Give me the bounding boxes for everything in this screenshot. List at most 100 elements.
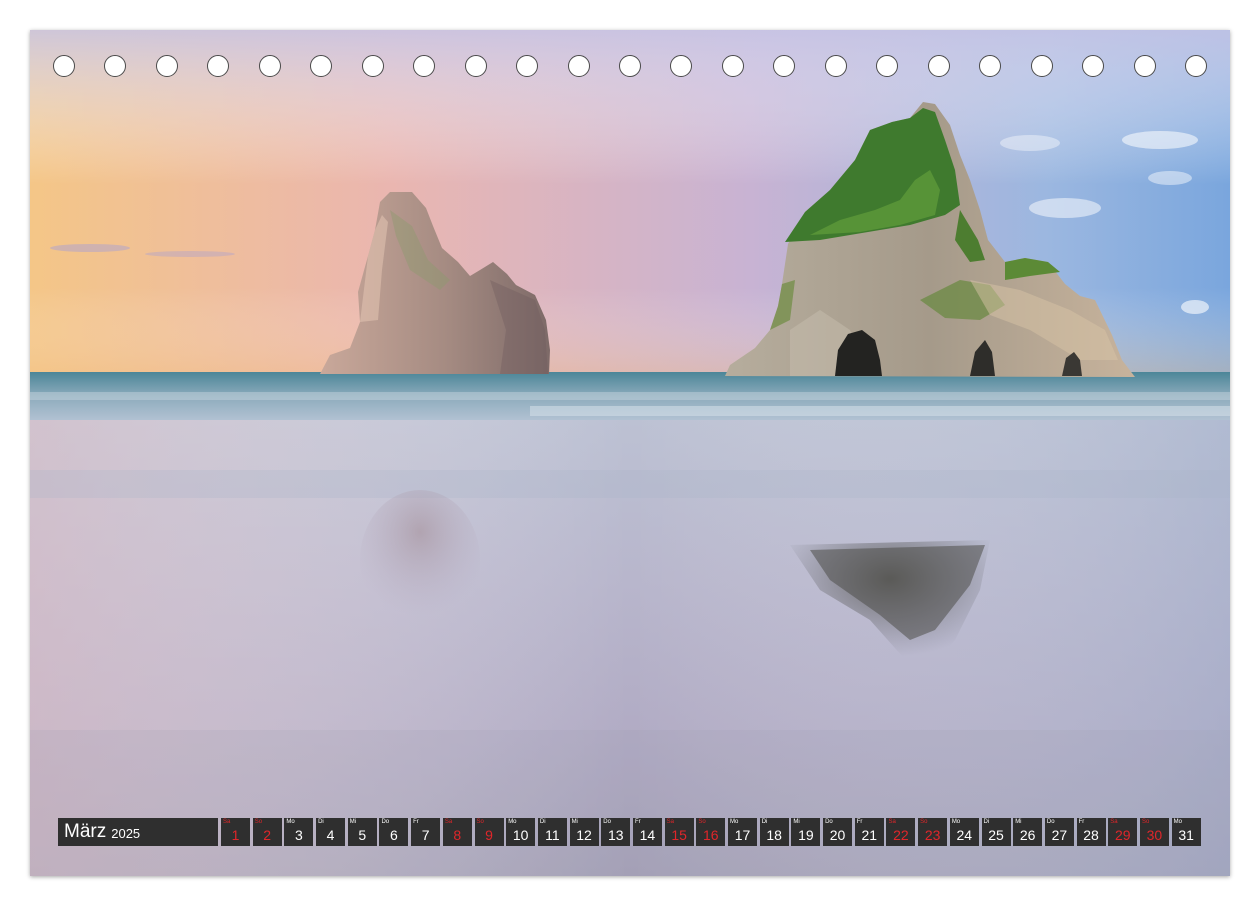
day-cell: Fr 7 xyxy=(411,818,441,846)
day-number: 20 xyxy=(829,827,846,843)
binding-hole xyxy=(155,55,178,77)
day-cell: So 2 xyxy=(252,818,282,846)
day-cell: Fr 28 xyxy=(1076,818,1106,846)
weekday-abbrev: Sa xyxy=(666,819,674,825)
weekday-abbrev: Do xyxy=(825,819,833,825)
binding-hole xyxy=(1082,55,1105,77)
weekday-abbrev: Do xyxy=(381,819,390,825)
weekday-abbrev: Mo xyxy=(951,819,961,825)
binding-hole xyxy=(979,55,1002,77)
weekday-abbrev: Mo xyxy=(1173,819,1182,825)
day-cell: So 23 xyxy=(918,818,948,846)
binding-hole xyxy=(310,55,333,77)
day-number: 8 xyxy=(453,827,462,843)
day-cell: Di 4 xyxy=(316,818,346,846)
day-cell: So 16 xyxy=(696,818,726,846)
sea-stack-photo xyxy=(30,30,1230,876)
day-number: 14 xyxy=(639,827,656,843)
day-number: 23 xyxy=(924,827,941,843)
day-cell: Di 18 xyxy=(759,818,789,846)
day-cell: Mi 5 xyxy=(347,818,377,846)
binding-hole xyxy=(53,55,75,77)
day-cell: Do 27 xyxy=(1044,818,1074,846)
binding-hole xyxy=(773,55,796,77)
month-label: März 2025 xyxy=(58,818,218,846)
weekday-abbrev: Sa xyxy=(444,819,453,825)
day-number: 31 xyxy=(1178,827,1194,843)
weekday-abbrev: So xyxy=(254,819,263,825)
day-cell: So 9 xyxy=(474,818,504,846)
day-cell: Mi 26 xyxy=(1013,818,1043,846)
day-cell: Di 11 xyxy=(537,818,567,846)
weekday-abbrev: Di xyxy=(983,819,990,825)
weekday-abbrev: So xyxy=(698,819,706,825)
binding-hole xyxy=(670,55,693,77)
day-number: 30 xyxy=(1146,827,1163,843)
day-cell: Mo 10 xyxy=(506,818,536,846)
binding-hole xyxy=(413,55,436,77)
weekday-abbrev: Mi xyxy=(349,819,357,825)
month-name: März xyxy=(64,821,107,842)
day-number: 10 xyxy=(512,827,529,843)
day-number: 13 xyxy=(607,827,624,843)
day-number: 11 xyxy=(545,827,560,843)
day-number: 27 xyxy=(1051,827,1068,843)
binding-hole xyxy=(1133,55,1156,77)
weekday-abbrev: Mi xyxy=(571,819,578,825)
binding-hole xyxy=(567,55,590,77)
day-number: 12 xyxy=(576,827,592,843)
weekday-abbrev: Fr xyxy=(856,819,863,825)
day-number: 21 xyxy=(861,827,878,843)
binding-hole xyxy=(876,55,899,77)
day-number: 9 xyxy=(485,827,493,843)
day-number: 1 xyxy=(231,827,240,843)
binding-hole xyxy=(824,55,847,77)
binding-hole xyxy=(619,55,641,77)
binding-hole xyxy=(104,55,127,77)
day-cell: Mo 17 xyxy=(728,818,757,846)
binding-hole xyxy=(1030,55,1053,77)
day-cell: Mo 31 xyxy=(1171,818,1201,846)
weekday-abbrev: Fr xyxy=(1078,819,1085,825)
day-cell: Mi 19 xyxy=(791,818,821,846)
month-year: 2025 xyxy=(111,826,141,841)
day-number: 7 xyxy=(421,827,430,843)
day-cell: Fr 21 xyxy=(854,818,884,846)
weekday-abbrev: Sa xyxy=(1110,819,1118,825)
weekday-abbrev: Di xyxy=(539,819,546,825)
weekday-abbrev: Mi xyxy=(793,819,800,825)
weekday-abbrev: Fr xyxy=(413,819,419,825)
day-number: 6 xyxy=(390,827,398,843)
day-cell: Do 20 xyxy=(823,818,853,846)
weekday-abbrev: Mo xyxy=(286,819,295,825)
weekday-abbrev: Do xyxy=(1046,819,1055,825)
day-cells: Sa 1 So 2 Mo 3 Di 4 Mi 5 Do 6 Fr 7 Sa 8 So 9 Mo 10 Di 11 Mi 12 D… xyxy=(221,818,1201,846)
day-number: 22 xyxy=(893,827,909,843)
day-number: 25 xyxy=(988,827,1004,843)
calendar-page: März 2025 Sa 1 So 2 Mo 3 Di 4 Mi 5 Do 6 Fr 7 Sa 8 So 9 Mo 1… xyxy=(30,30,1230,876)
day-number: 3 xyxy=(294,827,303,843)
binding-hole xyxy=(464,55,487,77)
day-cell: Fr 14 xyxy=(632,818,662,846)
binding-hole xyxy=(258,55,281,77)
weekday-abbrev: Sa xyxy=(888,819,896,825)
weekday-abbrev: Mo xyxy=(730,819,739,825)
day-cell: Do 6 xyxy=(379,818,409,846)
day-cell: So 30 xyxy=(1139,818,1169,846)
day-number: 17 xyxy=(734,827,751,843)
day-cell: Di 25 xyxy=(981,818,1011,846)
day-cell: Mo 3 xyxy=(284,818,314,846)
weekday-abbrev: Mi xyxy=(1015,819,1022,825)
weekday-abbrev: So xyxy=(920,819,928,825)
day-number: 29 xyxy=(1114,827,1131,843)
day-number: 28 xyxy=(1083,827,1099,843)
weekday-abbrev: Mo xyxy=(508,819,517,825)
day-number: 2 xyxy=(263,827,272,843)
day-cell: Do 13 xyxy=(601,818,631,846)
binding-hole xyxy=(516,55,539,77)
weekday-abbrev: Di xyxy=(318,819,324,825)
weekday-abbrev: Di xyxy=(761,819,768,825)
calendar-strip: März 2025 Sa 1 So 2 Mo 3 Di 4 Mi 5 Do 6 Fr 7 Sa 8 So 9 Mo 1… xyxy=(58,818,1201,846)
day-cell: Sa 1 xyxy=(221,818,250,846)
day-number: 5 xyxy=(358,827,367,843)
